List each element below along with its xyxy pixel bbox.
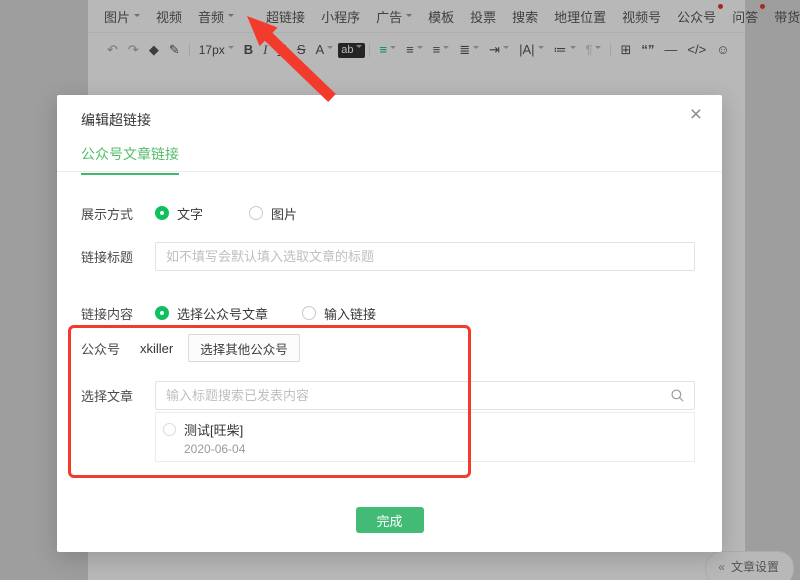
select-article-label: 选择文章 [81,386,155,405]
tab-divider [57,171,722,172]
dialog-title: 编辑超链接 [81,110,151,130]
radio-option-image-label: 图片 [271,204,297,223]
finish-button[interactable]: 完成 [356,507,424,533]
choose-other-account-button[interactable]: 选择其他公众号 [188,334,300,362]
display-mode-label: 展示方式 [81,204,155,223]
link-content-label: 链接内容 [81,304,155,323]
official-account-row: 公众号 xkiller 选择其他公众号 [81,334,695,362]
radio-option-text[interactable]: 文字 [155,204,203,223]
radio-option-enter-url-label: 输入链接 [324,304,376,323]
radio-unselected-icon[interactable] [302,306,316,320]
article-radio-icon[interactable] [163,423,176,436]
radio-selected-icon[interactable] [155,206,169,220]
article-title: 测试[旺柴] [184,420,243,439]
radio-option-enter-url[interactable]: 输入链接 [302,304,376,323]
radio-selected-icon[interactable] [155,306,169,320]
link-content-row: 链接内容 选择公众号文章 输入链接 [81,303,695,323]
radio-option-select-article[interactable]: 选择公众号文章 [155,304,268,323]
search-icon[interactable] [670,388,685,403]
article-search [155,381,695,410]
article-search-input[interactable] [155,381,695,410]
official-account-label: 公众号 [81,339,140,358]
link-title-label: 链接标题 [81,247,155,266]
radio-option-image[interactable]: 图片 [249,204,297,223]
article-date: 2020-06-04 [184,442,694,456]
article-result-item[interactable]: 测试[旺柴] 2020-06-04 [163,420,694,456]
select-article-row: 选择文章 [81,381,695,410]
display-mode-row: 展示方式 文字 图片 [81,203,695,223]
article-result-list: 测试[旺柴] 2020-06-04 [155,412,695,462]
close-icon[interactable]: × [690,103,702,127]
radio-option-select-article-label: 选择公众号文章 [177,304,268,323]
edit-hyperlink-dialog: 编辑超链接 × 公众号文章链接 展示方式 文字 图片 链接标题 链接内容 选择公… [57,95,722,552]
link-title-input[interactable] [155,242,695,271]
radio-option-text-label: 文字 [177,204,203,223]
account-name: xkiller [140,341,173,356]
radio-unselected-icon[interactable] [249,206,263,220]
link-title-row: 链接标题 [81,242,695,271]
